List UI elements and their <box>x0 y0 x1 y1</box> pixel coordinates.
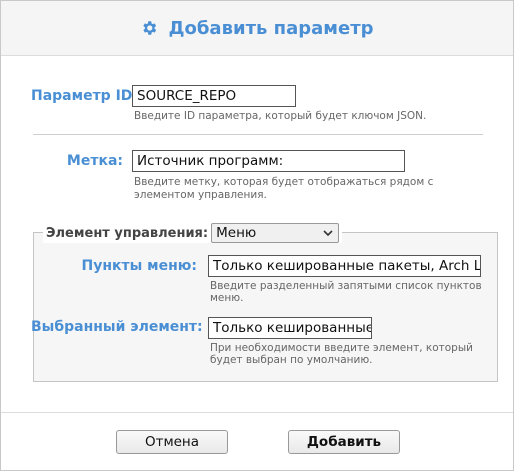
param-id-input[interactable]: SOURCE_REPO <box>132 85 296 107</box>
menu-items-hint-line2: меню. <box>210 292 244 304</box>
selected-item-hint-line2: будет выбран по умолчанию. <box>210 354 373 366</box>
dialog-titlebar: Добавить параметр <box>1 1 513 56</box>
chevron-down-icon <box>323 230 333 237</box>
selected-item-label: Выбранный элемент: <box>31 319 203 335</box>
mark-hint-line2: элементом управления. <box>134 189 267 201</box>
selected-item-input[interactable]: Только кешированные па <box>208 317 372 339</box>
cancel-button[interactable]: Отмена <box>116 430 228 454</box>
add-parameter-dialog: Добавить параметр Параметр ID: SOURCE_RE… <box>0 0 514 471</box>
mark-label: Метка: <box>66 153 123 169</box>
dialog-title-group: Добавить параметр <box>140 17 374 39</box>
mark-hint-line1: Введите метку, которая будет отображатьс… <box>134 176 434 188</box>
menu-items-input[interactable]: Только кешированные пакеты, Arch Linux <box>208 255 481 277</box>
mark-input[interactable]: Источник программ: <box>132 150 405 172</box>
section-divider <box>33 134 483 135</box>
control-type-label: Элемент управления: <box>46 225 209 241</box>
control-legend: Элемент управления: Меню <box>43 223 343 243</box>
param-id-hint: Введите ID параметра, который будет ключ… <box>134 110 427 122</box>
control-type-select[interactable]: Меню <box>211 223 340 243</box>
control-type-value: Меню <box>216 225 257 241</box>
param-id-label: Параметр ID: <box>31 88 139 104</box>
gear-icon <box>143 21 157 35</box>
dialog-title: Добавить параметр <box>168 17 374 39</box>
footer-divider <box>1 412 513 413</box>
menu-items-label: Пункты меню: <box>81 258 198 274</box>
add-button[interactable]: Добавить <box>288 430 400 454</box>
menu-items-hint-line1: Введите разделенный запятыми список пунк… <box>210 280 482 292</box>
